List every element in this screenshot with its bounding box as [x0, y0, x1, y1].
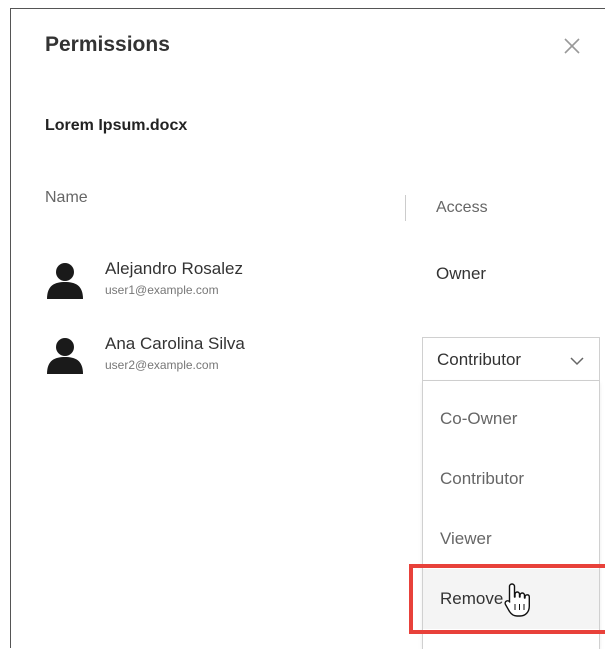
- user-email: user1@example.com: [105, 283, 219, 297]
- access-select-value: Contributor: [437, 350, 522, 369]
- user-icon: [45, 259, 85, 299]
- user-access-owner: Owner: [436, 264, 487, 283]
- access-dropdown-menu: Co-Owner Contributor Viewer Remove: [422, 381, 600, 649]
- permissions-dialog: Permissions Lorem Ipsum.docx Name Access…: [10, 8, 605, 649]
- close-icon[interactable]: [561, 35, 583, 57]
- column-header-name: Name: [45, 189, 88, 206]
- chevron-down-icon: [569, 354, 585, 366]
- column-divider: [405, 195, 406, 221]
- user-email: user2@example.com: [105, 358, 219, 372]
- user-name: Alejandro Rosalez: [105, 259, 243, 278]
- menu-item-viewer[interactable]: Viewer: [423, 509, 599, 569]
- menu-item-contributor[interactable]: Contributor: [423, 449, 599, 509]
- file-name: Lorem Ipsum.docx: [45, 117, 188, 134]
- menu-item-remove[interactable]: Remove: [423, 569, 599, 629]
- access-select[interactable]: Contributor: [422, 337, 600, 381]
- user-icon: [45, 334, 85, 374]
- user-name: Ana Carolina Silva: [105, 334, 245, 353]
- menu-item-co-owner[interactable]: Co-Owner: [423, 389, 599, 449]
- dialog-title: Permissions: [45, 33, 170, 56]
- column-header-access: Access: [436, 199, 488, 216]
